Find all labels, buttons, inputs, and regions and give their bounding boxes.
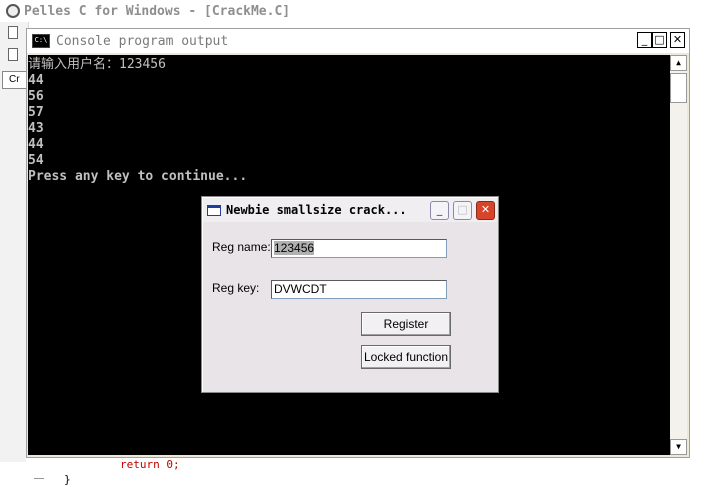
console-maximize-button[interactable]: □	[652, 32, 667, 48]
ide-right-area	[690, 22, 725, 462]
dialog-title: Newbie smallsize crack...	[226, 203, 407, 217]
dialog-titlebar[interactable]: Newbie smallsize crack... _ □ ✕	[203, 198, 497, 222]
console-line: 43	[28, 121, 44, 136]
reg-name-label: Reg name:	[212, 240, 271, 254]
scroll-down-arrow-icon[interactable]: ▼	[670, 439, 687, 455]
ide-window-title: Pelles C for Windows - [CrackMe.C]	[24, 3, 291, 19]
console-scrollbar[interactable]: ▲ ▼	[670, 55, 687, 455]
reg-key-value: DVWCDT	[274, 282, 327, 296]
code-line-brace: }	[64, 473, 71, 486]
fold-line	[34, 478, 44, 479]
new-document-icon[interactable]	[8, 26, 18, 39]
code-line-return: return 0;	[120, 458, 180, 471]
console-line: 54	[28, 153, 44, 168]
console-title: Console program output	[56, 33, 229, 49]
console-titlebar[interactable]: C:\ Console program output _ □ ✕	[27, 29, 689, 53]
code-editor[interactable]: return 0; }	[26, 458, 690, 487]
return-value: 0	[166, 458, 173, 471]
scroll-thumb[interactable]	[670, 73, 687, 103]
reg-name-value: 123456	[274, 241, 315, 255]
locked-function-button[interactable]: Locked function	[361, 345, 451, 369]
open-document-icon[interactable]	[8, 48, 18, 61]
dialog-maximize-button[interactable]: □	[453, 201, 472, 220]
dialog-close-button[interactable]: ✕	[476, 201, 495, 220]
file-tab-label: Cr	[9, 74, 20, 85]
window-icon	[207, 204, 221, 216]
reg-name-input[interactable]: 123456	[271, 239, 447, 258]
ide-titlebar[interactable]: Pelles C for Windows - [CrackMe.C]	[0, 0, 725, 22]
dialog-minimize-button[interactable]: _	[430, 201, 449, 220]
console-line: Press any key to continue...	[28, 169, 248, 184]
console-close-button[interactable]: ✕	[670, 32, 685, 48]
register-button[interactable]: Register	[361, 312, 451, 336]
reg-key-input[interactable]: DVWCDT	[271, 280, 447, 299]
console-line: 请输入用户名：123456	[28, 57, 166, 72]
pelles-c-app-icon	[6, 4, 20, 18]
console-line: 57	[28, 105, 44, 120]
console-line: 44	[28, 137, 44, 152]
console-line: 44	[28, 73, 44, 88]
console-icon: C:\	[32, 34, 50, 48]
console-line: 56	[28, 89, 44, 104]
console-minimize-button[interactable]: _	[637, 32, 652, 48]
return-keyword: return	[120, 458, 160, 471]
scroll-up-arrow-icon[interactable]: ▲	[670, 55, 687, 71]
reg-key-label: Reg key:	[212, 281, 260, 295]
crackme-dialog: Newbie smallsize crack... _ □ ✕ Reg name…	[201, 196, 499, 393]
